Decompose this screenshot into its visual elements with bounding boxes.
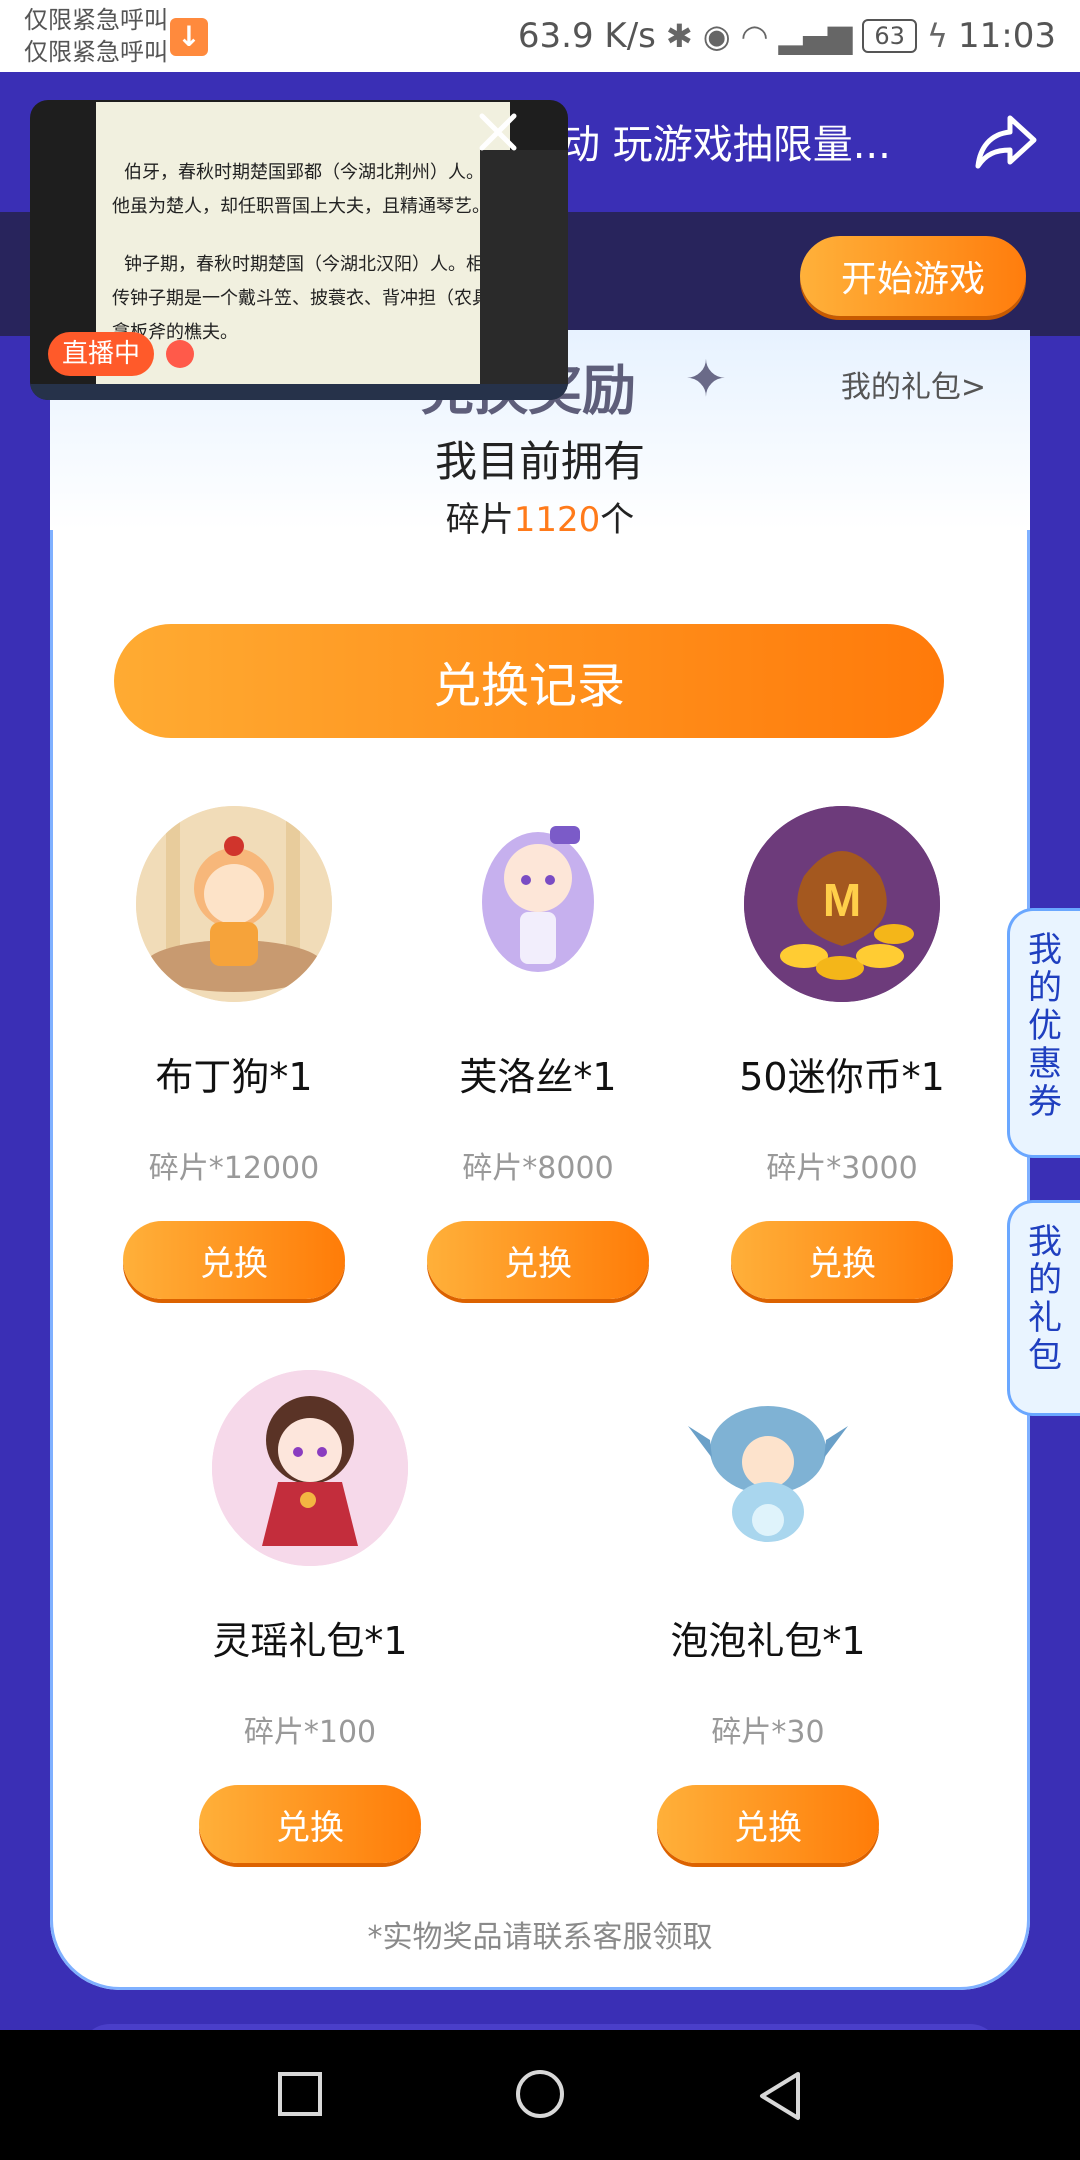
sparkle-icon: ✦ (685, 350, 727, 408)
download-icon: ↓ (170, 18, 208, 56)
redeem-button[interactable]: 兑换 (731, 1221, 953, 1299)
bluetooth-icon: ✱ (665, 17, 693, 55)
start-game-button[interactable]: 开始游戏 (800, 236, 1026, 316)
battery-icon: 63 (862, 19, 917, 53)
signal-icon: ▂▄▆ (778, 17, 853, 55)
my-gift-link[interactable]: 我的礼包> (841, 362, 986, 406)
reward-item: 芙洛丝*1 碎片*8000 兑换 (388, 806, 688, 1299)
recent-apps-icon[interactable] (276, 2070, 324, 2118)
fragment-count: 碎片1120个 (0, 492, 1080, 541)
network-speed: 63.9 K/s (517, 16, 656, 56)
item-name: 50迷你币*1 (739, 1055, 945, 1099)
video-document: 伯牙，春秋时期楚国郢都（今湖北荆州）人。 他虽为楚人，却任职晋国上大夫，且精通琴… (96, 102, 510, 390)
charging-icon: ϟ (926, 17, 949, 55)
svg-text:M: M (823, 874, 861, 926)
own-title: 我目前拥有 (434, 437, 645, 486)
carrier-line-2: 仅限紧急呼叫 (24, 38, 168, 66)
carrier-line-1: 仅限紧急呼叫 (24, 6, 168, 34)
status-icons: 63.9 K/s ✱ ◉ ◠ ▂▄▆ 63 ϟ 11:03 (518, 12, 1056, 60)
share-icon[interactable] (970, 108, 1040, 178)
item-cost: 碎片*100 (243, 1715, 377, 1750)
lingyao-image (212, 1370, 408, 1566)
video-taskbar (30, 384, 568, 400)
mini-coin-image: M (744, 806, 940, 1002)
prize-note: *实物奖品请联系客服领取 (367, 1920, 713, 1955)
item-cost: 碎片*8000 (462, 1151, 614, 1186)
page-title: 动 玩游戏抽限量... (560, 122, 891, 168)
item-name: 灵瑶礼包*1 (212, 1619, 408, 1663)
redeem-button[interactable]: 兑换 (123, 1221, 345, 1299)
pudding-dog-image (136, 806, 332, 1002)
fragment-suffix: 个 (600, 500, 635, 540)
reward-item: 泡泡礼包*1 碎片*30 兑换 (618, 1370, 918, 1863)
my-coupon-label: 我的优惠券 (1028, 930, 1062, 1122)
fragment-prefix: 碎片 (445, 500, 514, 540)
navigation-bar (0, 2030, 1080, 2160)
item-cost: 碎片*30 (711, 1715, 825, 1750)
reward-item: 灵瑶礼包*1 碎片*100 兑换 (160, 1370, 460, 1863)
redeem-button[interactable]: 兑换 (427, 1221, 649, 1299)
item-name: 泡泡礼包*1 (670, 1619, 866, 1663)
doc-line: 钟子期，春秋时期楚国（今湖北汉阳）人。相 (124, 254, 484, 275)
redeem-button[interactable]: 兑换 (657, 1785, 879, 1863)
fuluosi-image (440, 806, 636, 1002)
close-icon[interactable] (472, 106, 524, 158)
exchange-record-button[interactable]: 兑换记录 (114, 624, 944, 738)
doc-line: 伯牙，春秋时期楚国郢都（今湖北荆州）人。 (124, 162, 484, 183)
my-gift-label: 我的礼包 (1028, 1222, 1062, 1376)
doc-line: 传钟子期是一个戴斗笠、披蓑衣、背冲担（农具） (112, 288, 508, 309)
status-bar: 仅限紧急呼叫 仅限紧急呼叫 ↓ 63.9 K/s ✱ ◉ ◠ ▂▄▆ 63 ϟ … (0, 0, 1080, 72)
video-side-panel (480, 150, 568, 390)
carrier-info: 仅限紧急呼叫 仅限紧急呼叫 (24, 4, 168, 68)
bubble-image (670, 1370, 866, 1566)
home-icon[interactable] (512, 2070, 568, 2126)
redeem-button[interactable]: 兑换 (199, 1785, 421, 1863)
my-gift-tab[interactable]: 我的礼包 (1007, 1200, 1080, 1416)
clock: 11:03 (958, 16, 1056, 56)
item-name: 布丁狗*1 (155, 1055, 313, 1099)
eye-icon: ◉ (702, 17, 731, 55)
back-icon[interactable] (756, 2070, 804, 2122)
item-name: 芙洛丝*1 (459, 1055, 617, 1099)
doc-line: 他虽为楚人，却任职晋国上大夫，且精通琴艺。 (112, 196, 490, 217)
live-indicator-dot (166, 340, 194, 368)
wifi-icon: ◠ (740, 17, 769, 55)
my-coupon-tab[interactable]: 我的优惠券 (1007, 908, 1080, 1158)
item-cost: 碎片*3000 (766, 1151, 918, 1186)
live-badge: 直播中 (48, 332, 155, 376)
item-cost: 碎片*12000 (148, 1151, 320, 1186)
fragment-number: 1120 (513, 500, 601, 540)
reward-item: M 50迷你币*1 碎片*3000 兑换 (692, 806, 992, 1299)
reward-item: 布丁狗*1 碎片*12000 兑换 (84, 806, 384, 1299)
